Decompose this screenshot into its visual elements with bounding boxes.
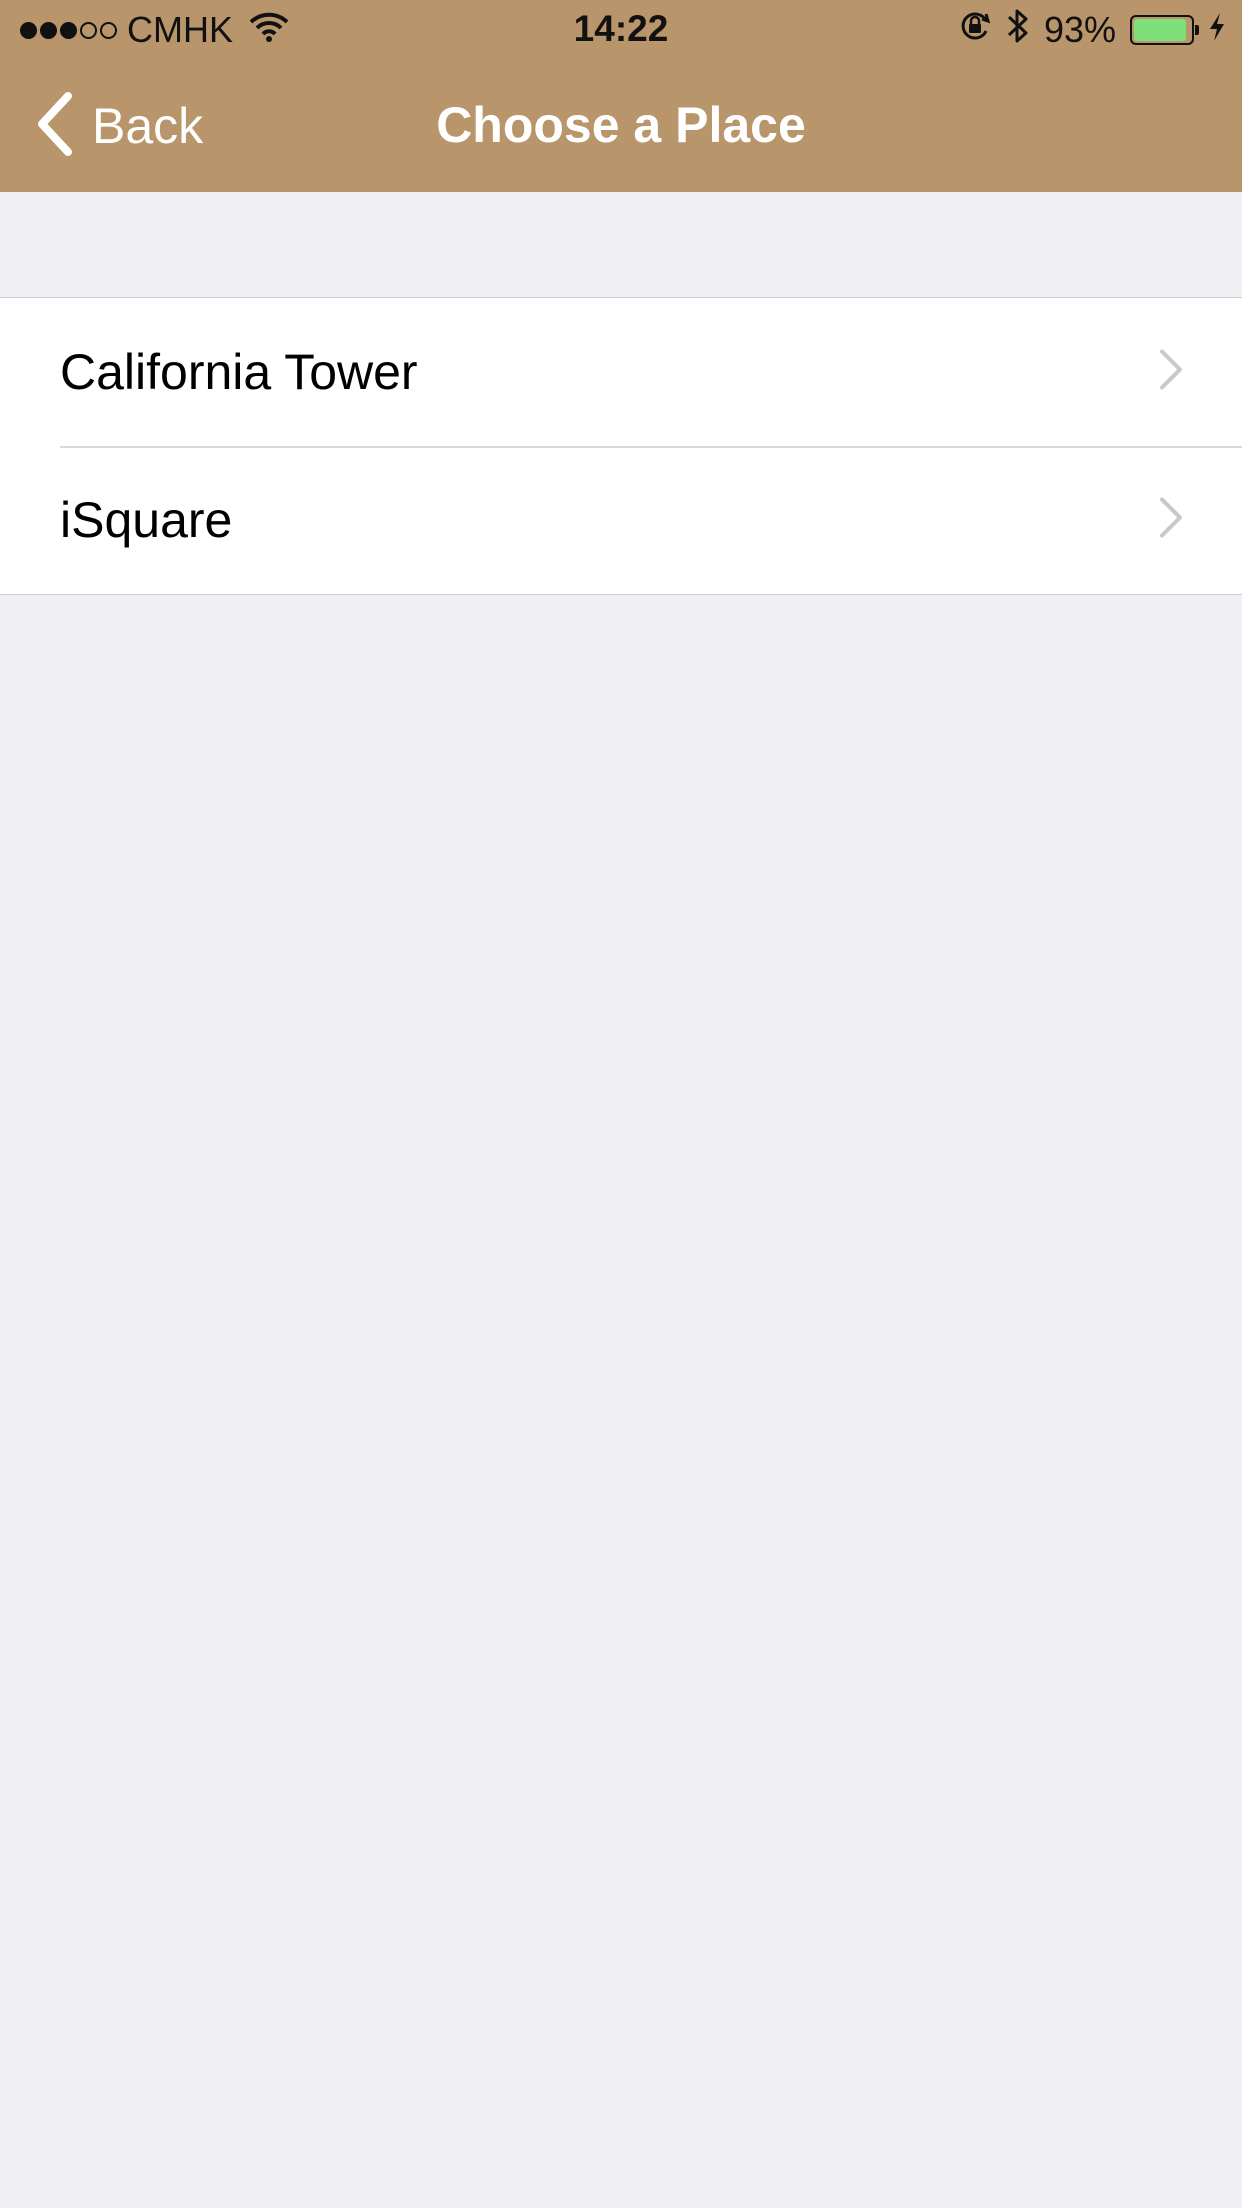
places-list: California Tower iSquare bbox=[0, 297, 1242, 595]
list-item-label: California Tower bbox=[60, 344, 418, 400]
battery-percent: 93% bbox=[1043, 9, 1116, 50]
chevron-right-icon bbox=[1158, 348, 1184, 397]
chevron-right-icon bbox=[1158, 496, 1184, 545]
header: CMHK 14:22 93% Back Choose a Place bbox=[0, 0, 1242, 192]
page-title: Choose a Place bbox=[436, 97, 806, 153]
navigation-bar: Back Choose a Place bbox=[0, 60, 1242, 192]
battery-icon bbox=[1130, 15, 1199, 45]
list-item-isquare[interactable]: iSquare bbox=[0, 446, 1242, 594]
status-bar: CMHK 14:22 93% bbox=[0, 0, 1242, 60]
list-item-label: iSquare bbox=[60, 492, 233, 548]
orientation-lock-icon bbox=[958, 9, 992, 52]
bluetooth-icon bbox=[1006, 7, 1030, 54]
battery-level-fill bbox=[1134, 19, 1187, 41]
charging-bolt-icon bbox=[1208, 9, 1226, 51]
status-right: 93% bbox=[958, 9, 1226, 52]
list-item-california-tower[interactable]: California Tower bbox=[0, 298, 1242, 446]
